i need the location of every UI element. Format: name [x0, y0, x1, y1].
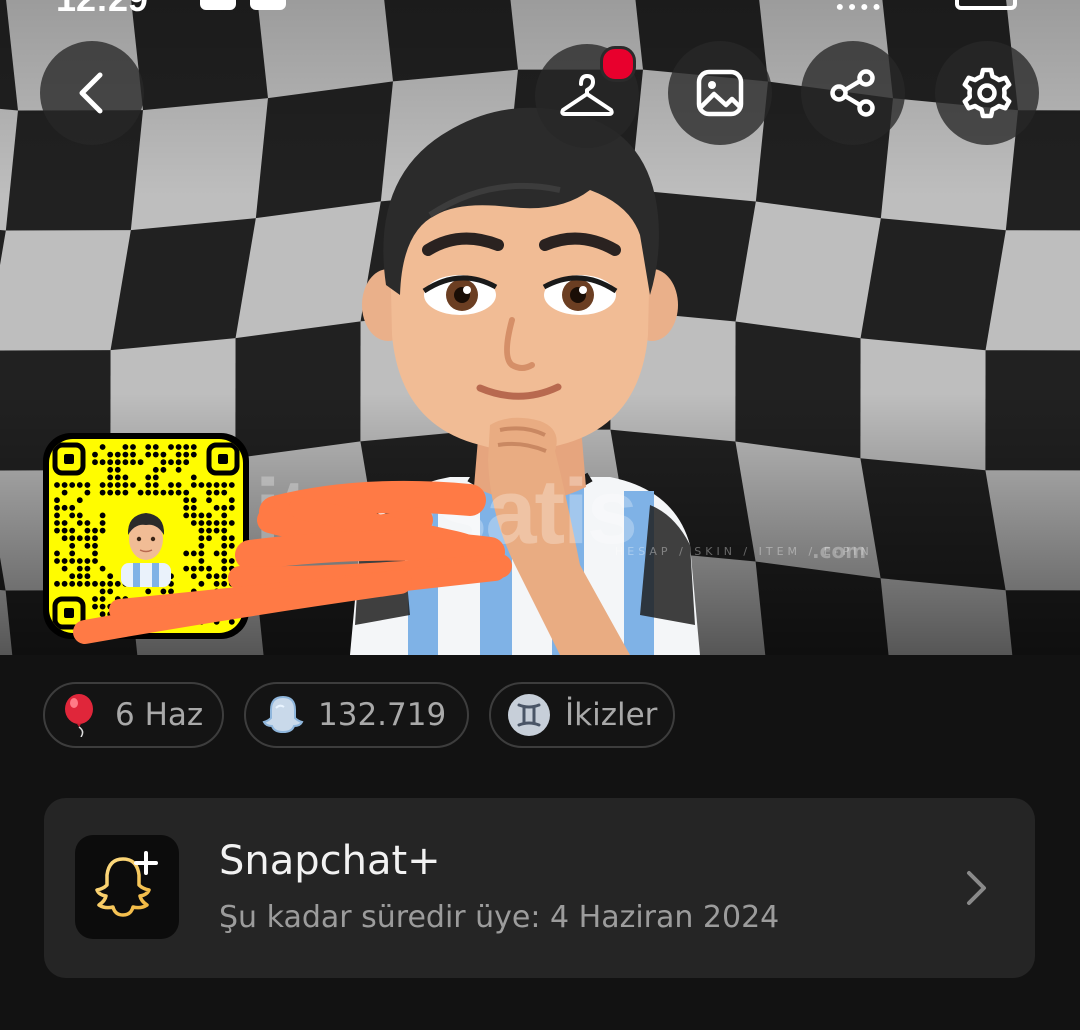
snapchat-plus-icon [75, 835, 179, 939]
share-button[interactable] [801, 41, 905, 145]
image-icon [696, 69, 744, 117]
balloon-icon [61, 693, 101, 737]
battery-icon [955, 0, 1017, 10]
notification-dot [600, 46, 636, 82]
status-time: 12:29 [56, 0, 148, 20]
zodiac-chip[interactable]: İkizler [489, 682, 675, 748]
notification-icon [200, 0, 236, 10]
birthday-chip[interactable]: 6 Haz [43, 682, 224, 748]
ghost-icon [262, 693, 304, 737]
back-button[interactable] [40, 41, 144, 145]
snapchat-plus-title: Snapchat+ [219, 838, 441, 884]
snapscore-chip[interactable]: 132.719 [244, 682, 469, 748]
background-button[interactable] [668, 41, 772, 145]
status-bar: 12:29 [0, 0, 1080, 20]
gemini-icon [507, 693, 551, 737]
snapchat-plus-subtitle: Şu kadar süredir üye: 4 Haziran 2024 [219, 900, 780, 935]
wifi-icon [905, 0, 941, 10]
profile-screen: itemsatis HESAP / SKIN / ITEM / E-PIN .c… [0, 0, 1080, 1030]
chevron-left-icon [79, 72, 103, 114]
snapchat-plus-card[interactable]: Snapchat+ Şu kadar süredir üye: 4 Hazira… [44, 798, 1035, 978]
ghost-plus-icon [95, 851, 158, 917]
notification-icon [250, 0, 286, 10]
chevron-right-icon [967, 871, 986, 905]
zodiac-label: İkizler [565, 697, 658, 733]
profile-banner: itemsatis HESAP / SKIN / ITEM / E-PIN .c… [0, 0, 1080, 655]
settings-button[interactable] [935, 41, 1039, 145]
snapscore-label: 132.719 [318, 697, 447, 733]
signal-icon [835, 0, 881, 10]
share-icon [830, 69, 875, 117]
birthday-label: 6 Haz [115, 697, 204, 733]
gear-icon [962, 67, 1012, 119]
